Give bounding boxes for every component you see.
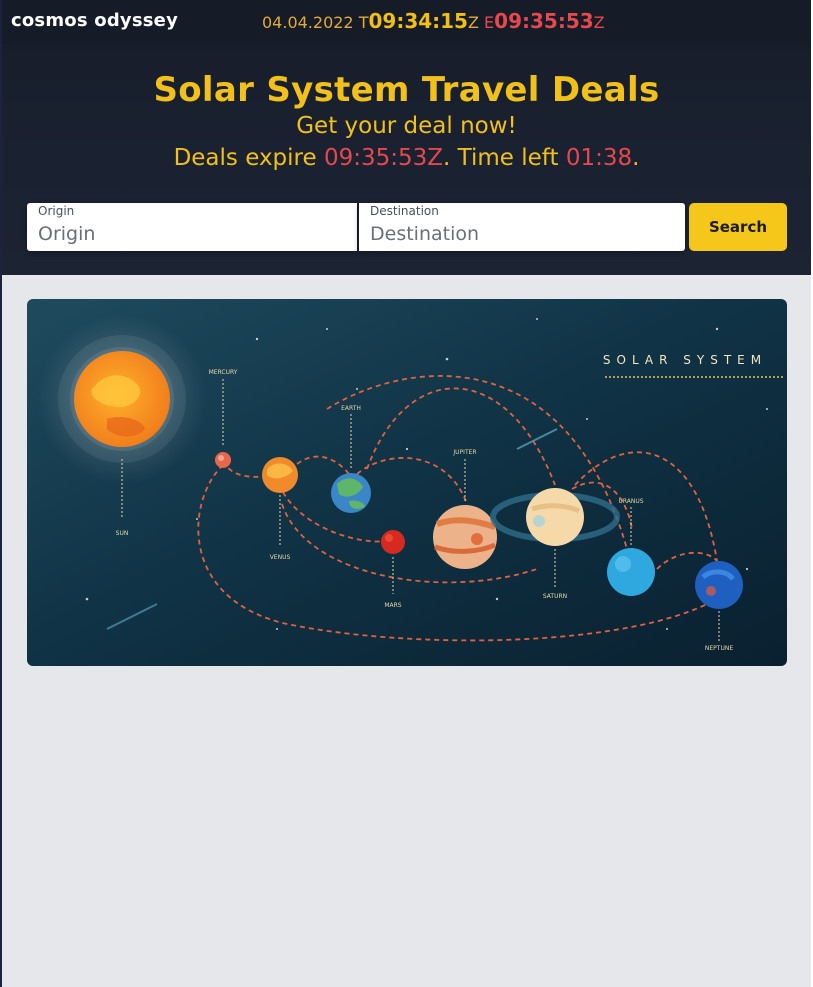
earth-label: EARTH	[341, 405, 361, 412]
clock-zone: Z	[467, 13, 479, 32]
solar-system-banner: SUN MERCURY VENUS EARTH MARS JUPITER SAT…	[27, 299, 787, 666]
neptune-label: NEPTUNE	[705, 645, 733, 652]
saturn-label: SATURN	[543, 593, 567, 600]
origin-label: Origin	[38, 204, 75, 218]
search-button[interactable]: Search	[689, 203, 787, 251]
clock-expiry-zone: Z	[593, 13, 605, 32]
clock-date: 04.04.2022	[262, 13, 354, 32]
banner-heading: SOLAR SYSTEM	[603, 353, 767, 367]
neptune-icon	[695, 561, 743, 609]
jupiter-label: JUPITER	[452, 449, 476, 456]
page-subtitle: Get your deal now!	[296, 113, 517, 139]
clock-e-prefix: E	[484, 13, 495, 32]
time-left-prefix: . Time left	[443, 145, 566, 171]
destination-field[interactable]: Destination	[359, 203, 685, 251]
expire-suffix: .	[632, 145, 640, 171]
mars-label: MARS	[384, 602, 401, 609]
earth-icon	[331, 473, 371, 513]
uranus-icon	[607, 548, 655, 596]
destination-label: Destination	[370, 204, 439, 218]
origin-field[interactable]: Origin	[27, 203, 357, 251]
sun-label: SUN	[116, 530, 129, 537]
clock-current-time: 09:34:15	[368, 9, 468, 33]
top-bar: cosmos odyssey 04.04.2022 T09:34:15Z E09…	[2, 0, 811, 44]
time-left-value: 01:38	[565, 145, 633, 171]
page-title: Solar System Travel Deals	[153, 70, 660, 110]
origin-input[interactable]	[38, 220, 338, 248]
solar-system-illustration: SUN MERCURY VENUS EARTH MARS JUPITER SAT…	[27, 299, 787, 666]
uranus-label: URANUS	[618, 498, 643, 505]
expire-time: 09:35:53Z	[323, 145, 444, 171]
mars-icon	[381, 530, 405, 554]
deal-expiry-text: Deals expire 09:35:53Z. Time left 01:38.	[2, 145, 811, 171]
brand-logo-text[interactable]: cosmos odyssey	[11, 10, 178, 31]
venus-label: VENUS	[270, 554, 291, 561]
expire-prefix: Deals expire	[173, 145, 324, 171]
mercury-label: MERCURY	[209, 369, 238, 376]
clock-readout: 04.04.2022 T09:34:15Z E09:35:53Z	[262, 9, 605, 33]
jupiter-icon	[433, 505, 497, 569]
clock-expiry-time: 09:35:53	[494, 9, 594, 33]
destination-input[interactable]	[370, 220, 670, 248]
venus-icon	[262, 457, 298, 493]
mercury-icon	[215, 452, 231, 468]
sun-icon	[37, 314, 207, 484]
